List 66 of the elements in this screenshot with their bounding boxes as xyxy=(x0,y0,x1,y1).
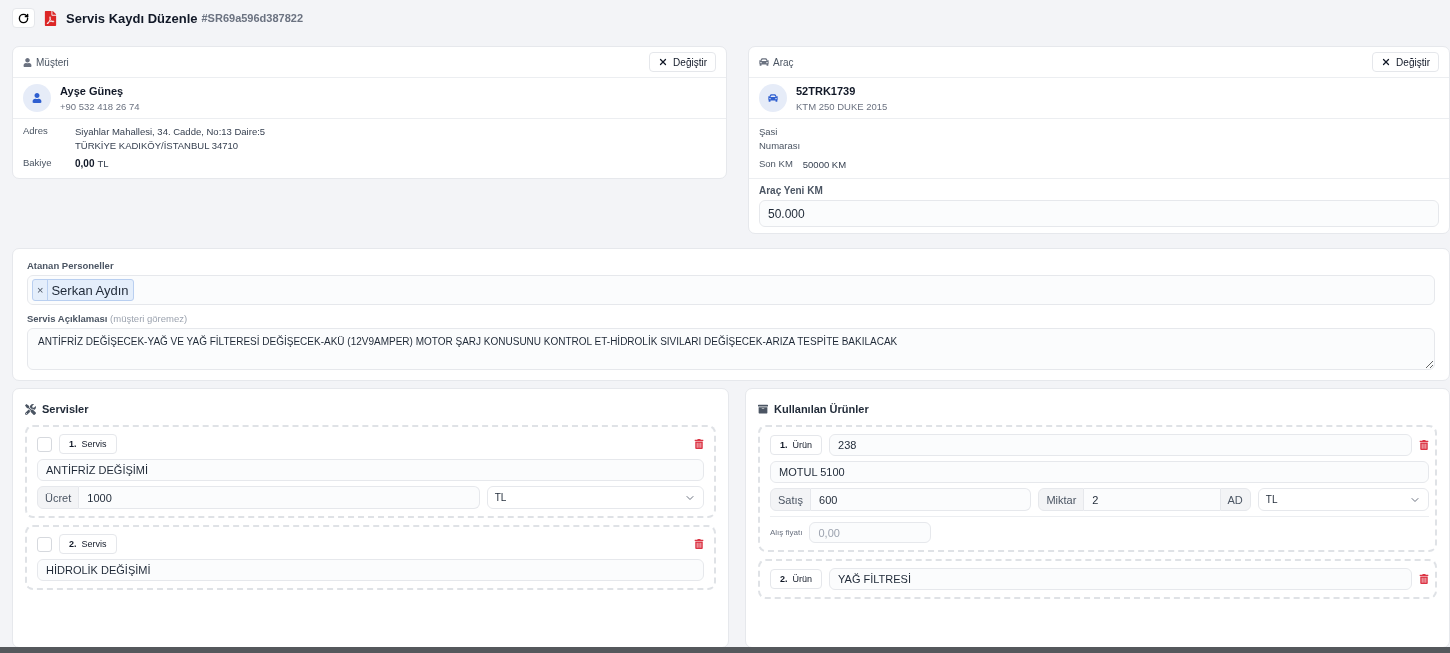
staff-name: Serkan Aydın xyxy=(50,282,130,300)
checkbox[interactable] xyxy=(37,436,52,452)
quantity-label: Miktar xyxy=(1038,488,1085,511)
customer-phone: +90 532 418 26 74 xyxy=(60,100,140,112)
trash-icon[interactable] xyxy=(1419,574,1429,584)
person-icon xyxy=(23,57,32,67)
unit-label: AD xyxy=(1219,488,1251,511)
card-heading: Araç xyxy=(773,56,794,68)
address-line: Siyahlar Mahallesi, 34. Cadde, No:13 Daire:5 xyxy=(75,125,267,139)
vehicle-model: KTM 250 DUKE 2015 xyxy=(796,100,888,112)
box-icon xyxy=(758,404,768,414)
last-km-value: 50000 KM xyxy=(802,158,847,172)
record-id: #SR69a596d387822 xyxy=(201,12,304,24)
product-name-field[interactable]: MOTUL 5100 xyxy=(770,461,1429,483)
close-icon xyxy=(658,57,669,67)
product-code-field[interactable]: YAĞ FİLTRESİ xyxy=(829,568,1412,590)
service-tag[interactable]: 2. Servis xyxy=(59,534,117,554)
panel-title: Kullanılan Ürünler xyxy=(774,403,869,415)
service-name-field[interactable]: HİDROLİK DEĞİŞİMİ xyxy=(37,559,704,581)
customer-name: Ayşe Güneş xyxy=(60,84,125,97)
field-label: Atanan Personeller xyxy=(27,260,115,271)
price-label: Ücret xyxy=(37,486,80,509)
pdf-icon[interactable] xyxy=(43,10,58,26)
card-heading: Müşteri xyxy=(36,56,69,68)
tools-icon xyxy=(25,403,36,415)
balance-label: Bakiye xyxy=(23,157,53,170)
new-km-field[interactable]: 50.000 xyxy=(759,200,1439,227)
checkbox[interactable] xyxy=(37,536,52,552)
refresh-icon xyxy=(18,12,29,24)
cost-label: Alış fiyatı xyxy=(770,528,803,537)
trash-icon[interactable] xyxy=(694,539,704,549)
panel-title: Servisler xyxy=(42,403,89,415)
vehicle-plate: 52TRK1739 xyxy=(796,84,857,97)
staff-field[interactable]: × Serkan Aydın xyxy=(27,275,1435,305)
refresh-button[interactable] xyxy=(12,8,35,28)
currency-select[interactable]: TL xyxy=(486,486,704,509)
cost-field[interactable]: 0,00 xyxy=(809,522,932,543)
product-tag[interactable]: 1. Ürün xyxy=(770,435,823,455)
close-icon xyxy=(1381,57,1392,67)
description-field[interactable]: ANTİFRİZ DEĞİŞECEK-YAĞ VE YAĞ FİLTERESİ DEĞİŞECEK-AKÜ (12V9AMPER) MOTOR ŞARJ KONUSUNU KONTROL ET-HİDROLİK SIVILARI DEĞİŞECEK-ARIZA TESPİTE BAKILACAK xyxy=(27,328,1435,370)
change-button[interactable]: Değiştir xyxy=(649,52,716,72)
product-tag[interactable]: 2. Ürün xyxy=(770,569,823,589)
field-label: Araç Yeni KM xyxy=(759,185,824,196)
field-label: Servis Açıklaması (müşteri göremez) xyxy=(27,313,189,324)
product-code-field[interactable]: 238 xyxy=(829,434,1412,456)
price-field[interactable]: 1000 xyxy=(79,486,480,509)
sale-price-field[interactable]: 600 xyxy=(811,488,1032,511)
car-icon xyxy=(768,93,778,103)
currency-select[interactable]: TL xyxy=(1257,488,1429,511)
trash-icon[interactable] xyxy=(1419,440,1429,450)
address-line: TÜRKİYE KADIKÖY/İSTANBUL 34710 xyxy=(75,139,240,153)
remove-button[interactable]: × xyxy=(33,280,49,300)
service-name-field[interactable]: ANTİFRİZ DEĞİŞİMİ xyxy=(37,459,704,481)
chassis-label: Şasi Numarası xyxy=(759,125,802,153)
trash-icon[interactable] xyxy=(694,439,704,449)
change-button[interactable]: Değiştir xyxy=(1372,52,1439,72)
person-icon xyxy=(32,93,42,103)
address-label: Adres xyxy=(23,125,49,138)
quantity-field[interactable]: 2 xyxy=(1084,488,1220,511)
service-tag[interactable]: 1. Servis xyxy=(59,434,117,454)
balance-value: 0,00 xyxy=(75,158,95,169)
currency-text: TL xyxy=(97,157,109,171)
page-title: Servis Kaydı Düzenle xyxy=(66,10,198,26)
car-icon xyxy=(759,57,769,67)
last-km-label: Son KM xyxy=(759,158,793,171)
sale-label: Satış xyxy=(770,488,812,511)
